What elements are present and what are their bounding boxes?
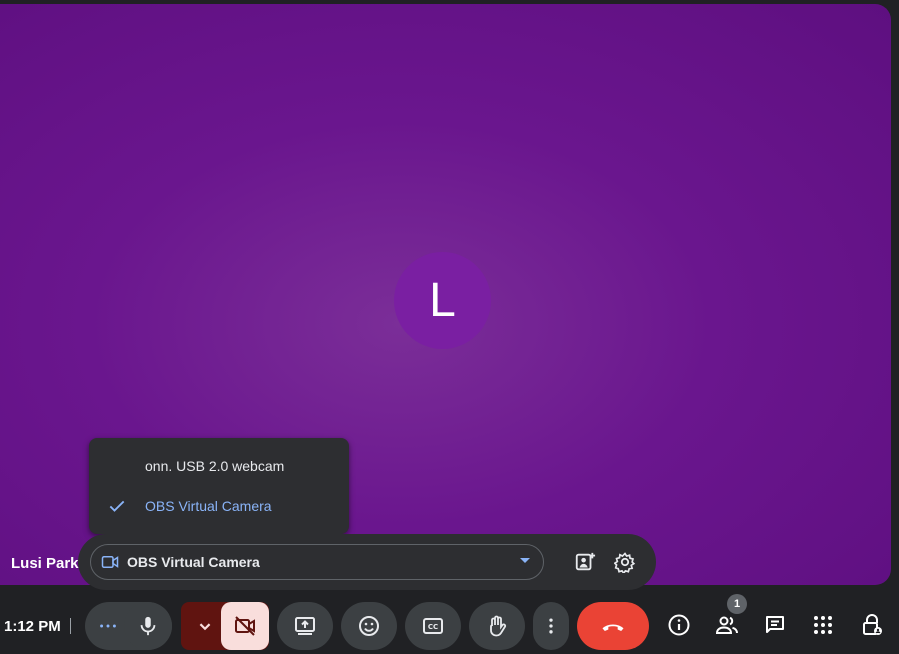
check-icon xyxy=(107,496,127,516)
raise-hand-button[interactable] xyxy=(469,602,525,650)
more-options-button[interactable] xyxy=(533,602,569,650)
microphone-button[interactable] xyxy=(124,602,172,650)
settings-gear-icon[interactable] xyxy=(614,551,636,573)
camera-select-dropdown[interactable]: OBS Virtual Camera xyxy=(90,544,544,580)
microphone-group xyxy=(85,602,172,650)
selected-camera-label: OBS Virtual Camera xyxy=(127,554,260,570)
host-controls-icon[interactable] xyxy=(860,613,884,637)
bottom-toolbar: 1:12 PM CC 1 xyxy=(0,594,899,654)
video-camera-icon xyxy=(101,554,119,570)
captions-button[interactable]: CC xyxy=(405,602,461,650)
svg-text:CC: CC xyxy=(428,623,438,631)
activities-icon[interactable] xyxy=(811,613,835,637)
camera-select-menu: onn. USB 2.0 webcam OBS Virtual Camera xyxy=(89,438,349,534)
reactions-button[interactable] xyxy=(341,602,397,650)
camera-option-label: onn. USB 2.0 webcam xyxy=(145,458,285,474)
present-screen-icon xyxy=(293,614,317,638)
participant-name: Lusi Park xyxy=(11,555,79,572)
camera-group xyxy=(181,602,269,650)
microphone-icon xyxy=(137,615,159,637)
more-options-icon[interactable] xyxy=(97,615,119,637)
info-icon[interactable] xyxy=(667,613,691,637)
people-icon[interactable] xyxy=(715,613,739,637)
present-screen-button[interactable] xyxy=(277,602,333,650)
participants-count-badge: 1 xyxy=(727,594,747,614)
camera-toggle-button[interactable] xyxy=(221,602,269,650)
camera-settings-bar: OBS Virtual Camera xyxy=(78,534,656,590)
camera-option-label: OBS Virtual Camera xyxy=(145,498,272,514)
meeting-time: 1:12 PM xyxy=(4,618,61,635)
emoji-icon xyxy=(357,614,381,638)
participant-avatar: L xyxy=(394,252,491,349)
captions-icon: CC xyxy=(421,614,445,638)
end-call-icon xyxy=(599,612,627,640)
chat-icon[interactable] xyxy=(763,613,787,637)
divider xyxy=(70,618,71,634)
camera-option-obs-virtual[interactable]: OBS Virtual Camera xyxy=(89,486,349,526)
raise-hand-icon xyxy=(485,614,509,638)
camera-option-onn-webcam[interactable]: onn. USB 2.0 webcam xyxy=(89,446,349,486)
leave-call-button[interactable] xyxy=(577,602,649,650)
chevron-down-icon[interactable] xyxy=(194,615,216,637)
camera-off-icon xyxy=(233,614,257,638)
visual-effects-icon[interactable] xyxy=(574,551,596,573)
more-vert-icon xyxy=(541,616,561,636)
dropdown-arrow-icon xyxy=(520,558,530,563)
